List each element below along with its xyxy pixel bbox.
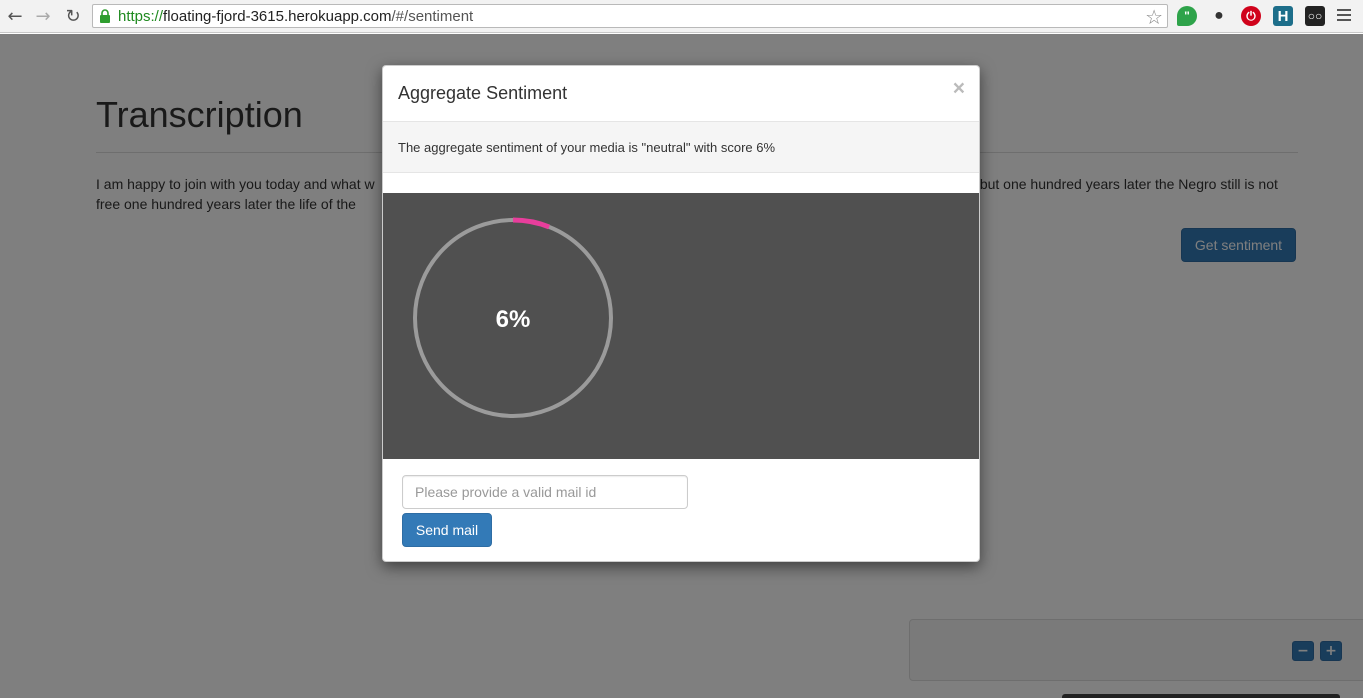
address-bar[interactable]: https://floating-fjord-3615.herokuapp.co… bbox=[92, 4, 1168, 29]
glasses-extension-icon[interactable]: ○○ bbox=[1305, 6, 1325, 26]
modal-title: Aggregate Sentiment bbox=[398, 83, 568, 103]
reload-icon[interactable]: ↻ bbox=[62, 5, 84, 27]
h-extension-icon[interactable]: H bbox=[1273, 6, 1293, 26]
sentiment-message: The aggregate sentiment of your media is… bbox=[398, 140, 776, 155]
stop-extension-icon[interactable]: ⏻ bbox=[1241, 6, 1261, 26]
hangouts-extension-icon[interactable]: " bbox=[1177, 6, 1197, 26]
menu-icon[interactable] bbox=[1337, 9, 1351, 24]
mail-form: Send mail bbox=[383, 459, 979, 561]
sentiment-message-panel: The aggregate sentiment of your media is… bbox=[383, 122, 979, 173]
lock-icon bbox=[100, 9, 110, 23]
send-mail-button[interactable]: Send mail bbox=[402, 513, 492, 547]
sentiment-modal: Aggregate Sentiment × The aggregate sent… bbox=[382, 65, 980, 562]
modal-header: Aggregate Sentiment × bbox=[383, 66, 979, 122]
camera-extension-icon[interactable]: ● bbox=[1209, 6, 1229, 26]
sentiment-gauge: 6% bbox=[412, 217, 614, 419]
gauge-label: 6% bbox=[496, 306, 531, 333]
browser-toolbar: ← → ↻ https://floating-fjord-3615.heroku… bbox=[0, 0, 1363, 33]
forward-arrow-icon[interactable]: → bbox=[32, 5, 54, 27]
url-host: floating-fjord-3615.herokuapp.com bbox=[163, 8, 392, 25]
url-scheme: https:// bbox=[118, 8, 164, 25]
email-field[interactable] bbox=[402, 475, 688, 509]
bookmark-star-icon[interactable]: ☆ bbox=[1145, 5, 1163, 29]
close-button[interactable]: × bbox=[953, 77, 965, 101]
back-arrow-icon[interactable]: ← bbox=[4, 5, 26, 27]
url-path: /#/sentiment bbox=[391, 8, 474, 25]
gauge-panel: 6% bbox=[383, 193, 979, 459]
url-text: https://floating-fjord-3615.herokuapp.co… bbox=[118, 8, 473, 25]
